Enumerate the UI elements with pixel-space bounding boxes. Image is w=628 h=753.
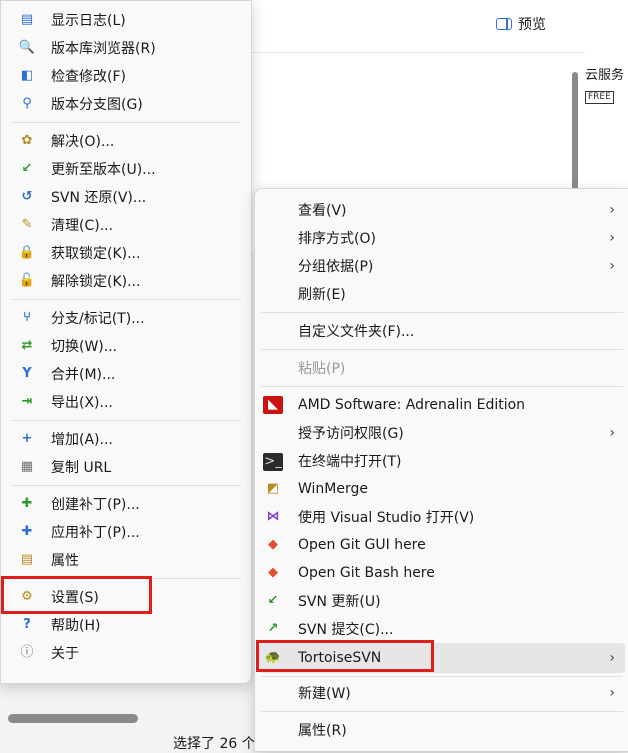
log-icon: ▤ — [20, 12, 34, 27]
ctx-item-grant-access[interactable]: 授予访问权限(G) › — [255, 419, 628, 447]
separator — [261, 312, 623, 313]
ctx-item-sort-by[interactable]: 排序方式(O) › — [255, 224, 628, 252]
switch-icon: ⇄ — [21, 338, 33, 353]
svn-item-switch[interactable]: ⇄ 切换(W)... — [1, 332, 251, 360]
svn-item-add[interactable]: + 增加(A)... — [1, 425, 251, 453]
svn-item-resolve[interactable]: ✿ 解决(O)... — [1, 127, 251, 155]
svn-item-update-to-revision[interactable]: ↙ 更新至版本(U)... — [1, 155, 251, 183]
amd-icon: ◣ — [263, 396, 283, 414]
git-gui-icon: ◆ — [268, 537, 278, 552]
cloud-service-text: 云服务 — [585, 68, 625, 83]
ctx-item-git-gui[interactable]: ◆ Open Git GUI here — [255, 531, 628, 559]
horizontal-scrollbar[interactable] — [8, 714, 138, 723]
check-modifications-icon: ◧ — [20, 68, 34, 83]
separator — [261, 386, 623, 387]
separator — [261, 676, 623, 677]
ctx-item-customize-folder[interactable]: 自定义文件夹(F)... — [255, 317, 628, 345]
lock-icon: 🔒 — [18, 245, 36, 260]
chevron-right-icon: › — [609, 202, 615, 218]
svn-item-revision-graph[interactable]: ⚲ 版本分支图(G) — [1, 90, 251, 118]
update-to-revision-icon: ↙ — [21, 161, 33, 176]
ctx-item-amd-software[interactable]: ◣ AMD Software: Adrenalin Edition — [255, 391, 628, 419]
visual-studio-icon: ⋈ — [266, 509, 280, 524]
branch-icon: ⑂ — [23, 310, 31, 325]
svn-item-revert[interactable]: ↺ SVN 还原(V)... — [1, 183, 251, 211]
help-icon: ? — [23, 617, 31, 632]
ctx-item-winmerge[interactable]: ◩ WinMerge — [255, 475, 628, 503]
ctx-item-open-with-visual-studio[interactable]: ⋈ 使用 Visual Studio 打开(V) — [255, 503, 628, 531]
ctx-item-svn-commit[interactable]: ↗ SVN 提交(C)... — [255, 615, 628, 643]
preview-button[interactable]: 预览 — [496, 14, 546, 34]
free-badge: FREE — [585, 91, 614, 104]
selection-status: 选择了 26 个 — [173, 736, 256, 752]
copy-url-icon: ▦ — [20, 459, 34, 474]
ctx-item-svn-update[interactable]: ↙ SVN 更新(U) — [255, 587, 628, 615]
svn-item-cleanup[interactable]: ✎ 清理(C)... — [1, 211, 251, 239]
separator — [11, 299, 241, 300]
ctx-item-group-by[interactable]: 分组依据(P) › — [255, 252, 628, 280]
properties-icon: ▤ — [20, 552, 34, 567]
ctx-item-properties[interactable]: 属性(R) — [255, 716, 628, 744]
svn-item-help[interactable]: ? 帮助(H) — [1, 611, 251, 639]
resolve-icon: ✿ — [21, 133, 33, 148]
separator — [261, 711, 623, 712]
ctx-item-open-in-terminal[interactable]: >_ 在终端中打开(T) — [255, 447, 628, 475]
add-icon: + — [21, 431, 33, 446]
svn-item-merge[interactable]: Y 合并(M)... — [1, 360, 251, 388]
svn-commit-icon: ↗ — [267, 621, 279, 636]
chevron-right-icon: › — [609, 425, 615, 441]
chevron-right-icon: › — [609, 685, 615, 701]
svn-item-apply-patch[interactable]: ✚ 应用补丁(P)... — [1, 518, 251, 546]
chevron-right-icon: › — [609, 258, 615, 274]
vertical-scrollbar[interactable] — [572, 72, 578, 190]
svn-item-copy-url[interactable]: ▦ 复制 URL — [1, 453, 251, 481]
preview-pane-icon — [496, 18, 512, 30]
revert-icon: ↺ — [21, 189, 33, 204]
ctx-item-refresh[interactable]: 刷新(E) — [255, 280, 628, 308]
separator — [11, 485, 241, 486]
svn-update-icon: ↙ — [267, 593, 279, 608]
svn-item-repo-browser[interactable]: 🔍 版本库浏览器(R) — [1, 34, 251, 62]
revision-graph-icon: ⚲ — [22, 96, 32, 111]
svn-item-check-modifications[interactable]: ◧ 检查修改(F) — [1, 62, 251, 90]
create-patch-icon: ✚ — [21, 496, 33, 511]
winmerge-icon: ◩ — [266, 481, 280, 496]
preview-label: 预览 — [518, 17, 546, 33]
export-icon: ⇥ — [21, 394, 33, 409]
cleanup-icon: ✎ — [21, 217, 33, 232]
chevron-right-icon: › — [609, 650, 615, 666]
svn-item-show-log[interactable]: ▤ 显示日志(L) — [1, 6, 251, 34]
svn-item-export[interactable]: ⇥ 导出(X)... — [1, 388, 251, 416]
svn-item-about[interactable]: ⓘ 关于 — [1, 639, 251, 667]
chevron-right-icon: › — [609, 230, 615, 246]
terminal-icon: >_ — [263, 453, 283, 471]
svn-item-release-lock[interactable]: 🔓 解除锁定(K)... — [1, 267, 251, 295]
svn-item-branch-tag[interactable]: ⑂ 分支/标记(T)... — [1, 304, 251, 332]
ctx-item-git-bash[interactable]: ◆ Open Git Bash here — [255, 559, 628, 587]
separator — [11, 420, 241, 421]
svn-item-create-patch[interactable]: ✚ 创建补丁(P)... — [1, 490, 251, 518]
unlock-icon: 🔓 — [18, 273, 36, 288]
ctx-item-paste: 粘贴(P) — [298, 361, 346, 377]
merge-icon: Y — [22, 366, 32, 381]
apply-patch-icon: ✚ — [21, 524, 33, 539]
svn-item-properties[interactable]: ▤ 属性 — [1, 546, 251, 574]
settings-highlight-box — [1, 576, 152, 614]
ctx-item-view[interactable]: 查看(V) › — [255, 196, 628, 224]
about-icon: ⓘ — [20, 645, 34, 660]
svn-item-get-lock[interactable]: 🔒 获取锁定(K)... — [1, 239, 251, 267]
repo-browser-icon: 🔍 — [18, 40, 36, 55]
separator — [11, 122, 241, 123]
separator — [261, 349, 623, 350]
tortoisesvn-highlight-box — [256, 640, 434, 672]
git-bash-icon: ◆ — [268, 565, 278, 580]
ctx-item-new[interactable]: 新建(W) › — [255, 679, 628, 707]
